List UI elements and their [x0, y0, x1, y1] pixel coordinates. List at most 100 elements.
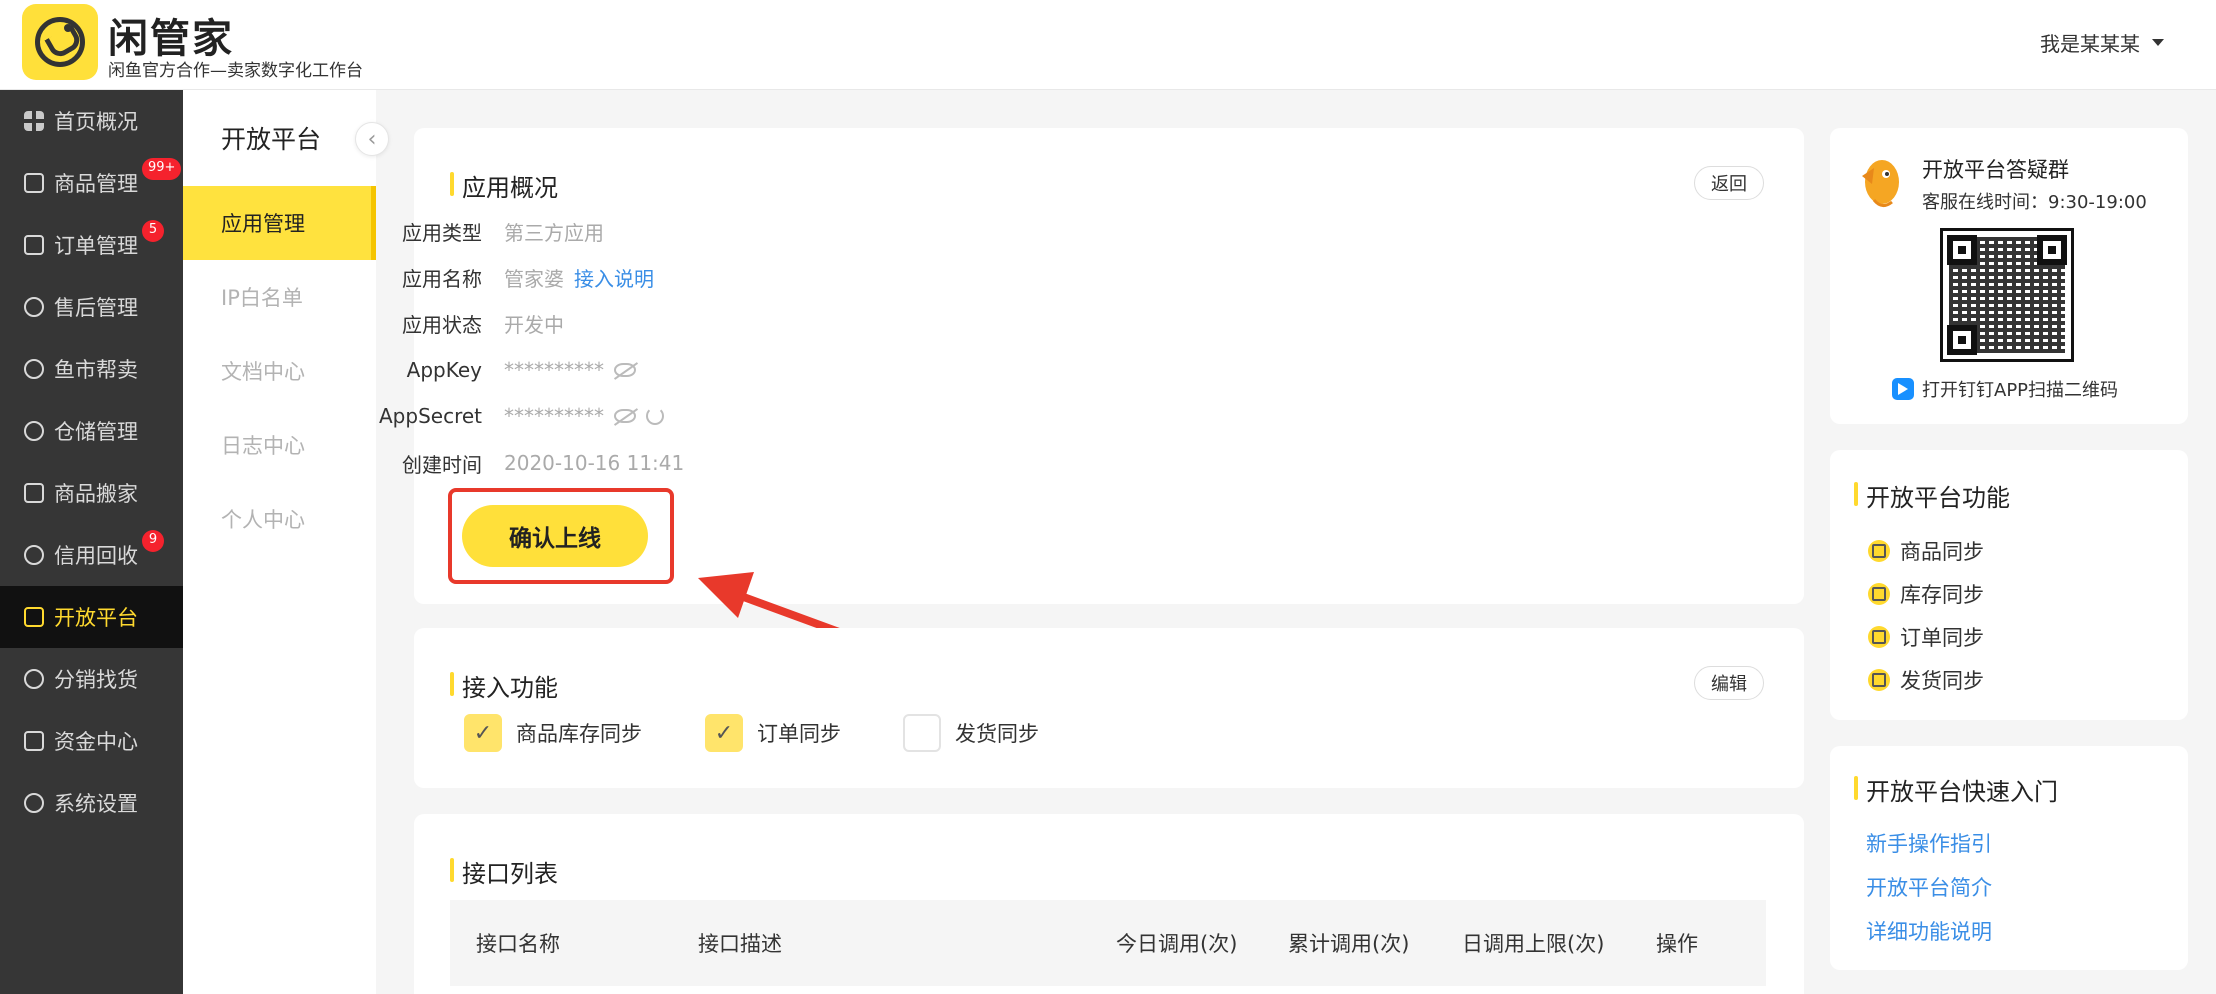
feature-icon — [1868, 626, 1890, 648]
app-name-label: 应用名称 — [402, 266, 482, 291]
grid-icon — [24, 111, 44, 131]
sidebar-item-warehouse[interactable]: 仓储管理 — [0, 400, 183, 462]
feature-item: 订单同步 — [1868, 622, 1984, 652]
sidebar-item-home[interactable]: 首页概况 — [0, 90, 183, 152]
sidebar-item-label: 订单管理 — [54, 234, 138, 258]
checkbox-unchecked[interactable] — [903, 714, 941, 752]
edit-button[interactable]: 编辑 — [1694, 666, 1764, 700]
feature-icon — [1868, 669, 1890, 691]
feature-item: 发货同步 — [1868, 665, 1984, 695]
quickstart-link-guide[interactable]: 新手操作指引 — [1866, 828, 1992, 858]
chevron-left-icon: ‹ — [367, 126, 377, 152]
checkbox-checked[interactable]: ✓ — [705, 714, 743, 752]
column-header: 累计调用(次) — [1288, 932, 1410, 956]
eye-hidden-icon[interactable] — [614, 363, 636, 377]
qr-code-icon — [1940, 228, 2074, 362]
quickstart-link-intro[interactable]: 开放平台简介 — [1866, 872, 1992, 902]
api-list-title: 接口列表 — [450, 854, 558, 889]
app-type-row: 应用类型 第三方应用 — [328, 208, 604, 254]
user-menu[interactable]: 我是某某某 — [2040, 28, 2164, 57]
feature-label: 库存同步 — [1900, 583, 1984, 607]
notification-badge: 9 — [142, 530, 164, 552]
user-name: 我是某某某 — [2040, 32, 2140, 56]
back-button[interactable]: 返回 — [1694, 166, 1764, 200]
appkey-value: ********** — [504, 358, 604, 382]
sidebar-item-fund[interactable]: 资金中心 — [0, 710, 183, 772]
goods-icon — [24, 173, 44, 193]
caret-down-icon — [2152, 39, 2164, 46]
sidebar-item-label: 开放平台 — [54, 606, 138, 630]
sidebar-item-goods[interactable]: 商品管理 99+ — [0, 152, 183, 214]
checkbox-checked[interactable]: ✓ — [464, 714, 502, 752]
sidebar-item-open-platform[interactable]: 开放平台 — [0, 586, 183, 648]
option-shipping-sync[interactable]: 发货同步 — [903, 714, 1039, 752]
option-goods-stock-sync[interactable]: ✓ 商品库存同步 — [464, 714, 642, 752]
created-time-row: 创建时间 2020-10-16 11:41 — [328, 440, 684, 486]
appkey-row: AppKey ********** — [328, 347, 636, 393]
feature-label: 订单同步 — [1900, 626, 1984, 650]
distribution-icon — [24, 669, 44, 689]
overview-title: 应用概况 — [450, 168, 558, 203]
access-guide-link[interactable]: 接入说明 — [574, 263, 654, 292]
fish-mascot-icon — [1862, 160, 1899, 207]
column-header: 接口描述 — [698, 932, 782, 956]
api-table-header: 接口名称 接口描述 今日调用(次) 累计调用(次) 日调用上限(次) 操作 — [450, 900, 1766, 986]
sidebar-item-distribution[interactable]: 分销找货 — [0, 648, 183, 710]
option-label: 商品库存同步 — [516, 722, 642, 746]
support-hours: 客服在线时间：9:30-19:00 — [1922, 192, 2147, 213]
sidebar-item-label: 商品管理 — [54, 172, 138, 196]
sidebar-item-label: 商品搬家 — [54, 482, 138, 506]
option-label: 发货同步 — [955, 722, 1039, 746]
sidebar-item-settings[interactable]: 系统设置 — [0, 772, 183, 834]
sidebar-item-aftersale[interactable]: 售后管理 — [0, 276, 183, 338]
confirm-online-button[interactable]: 确认上线 — [462, 505, 648, 567]
sidebar-item-fish-market[interactable]: 鱼市帮卖 — [0, 338, 183, 400]
sidebar-item-label: 资金中心 — [54, 730, 138, 754]
sidebar-item-label: 仓储管理 — [54, 420, 138, 444]
sidebar-item-label: 信用回收 — [54, 544, 138, 568]
quickstart-title: 开放平台快速入门 — [1854, 772, 2058, 807]
support-title: 开放平台答疑群 — [1922, 158, 2069, 182]
brand-subtitle: 闲鱼官方合作—卖家数字化工作台 — [108, 61, 363, 81]
access-features-card — [414, 628, 1804, 788]
appkey-label: AppKey — [406, 358, 482, 382]
created-time-value: 2020-10-16 11:41 — [504, 451, 685, 475]
column-header: 今日调用(次) — [1116, 932, 1238, 956]
refresh-icon[interactable] — [646, 407, 664, 425]
logo-icon[interactable] — [22, 4, 98, 80]
app-type-value: 第三方应用 — [504, 220, 604, 245]
fund-icon — [24, 731, 44, 751]
fish-market-icon — [24, 359, 44, 379]
sidebar-item-recycle[interactable]: 信用回收 9 — [0, 524, 183, 586]
notification-badge: 99+ — [142, 158, 182, 180]
column-header: 操作 — [1656, 932, 1698, 956]
recycle-icon — [24, 545, 44, 565]
access-title: 接入功能 — [450, 668, 558, 703]
notification-badge: 5 — [142, 220, 164, 242]
move-icon — [24, 483, 44, 503]
open-platform-icon — [24, 607, 44, 627]
app-status-row: 应用状态 开发中 — [328, 300, 564, 346]
app-type-label: 应用类型 — [402, 220, 482, 245]
sidebar-item-label: 系统设置 — [54, 792, 138, 816]
subnav-item-profile[interactable]: 个人中心 — [183, 482, 376, 556]
app-name-row: 应用名称 管家婆 接入说明 — [328, 254, 654, 300]
option-order-sync[interactable]: ✓ 订单同步 — [705, 714, 841, 752]
sidebar-item-label: 售后管理 — [54, 296, 138, 320]
warehouse-icon — [24, 421, 44, 441]
sidebar-item-orders[interactable]: 订单管理 5 — [0, 214, 183, 276]
feature-label: 发货同步 — [1900, 669, 1984, 693]
feature-item: 库存同步 — [1868, 579, 1984, 609]
eye-hidden-icon[interactable] — [614, 409, 636, 423]
sidebar-item-label: 鱼市帮卖 — [54, 358, 138, 382]
quickstart-link-details[interactable]: 详细功能说明 — [1866, 916, 1992, 946]
appsecret-row: AppSecret ********** — [328, 393, 664, 439]
collapse-sidebar-button[interactable]: ‹ — [355, 122, 389, 156]
appsecret-label: AppSecret — [379, 404, 482, 428]
sidebar-item-label: 分销找货 — [54, 668, 138, 692]
option-label: 订单同步 — [757, 722, 841, 746]
top-header: 闲管家 闲鱼官方合作—卖家数字化工作台 我是某某某 — [0, 0, 2216, 90]
sidebar-item-move[interactable]: 商品搬家 — [0, 462, 183, 524]
settings-icon — [24, 793, 44, 813]
features-title: 开放平台功能 — [1854, 478, 2010, 513]
